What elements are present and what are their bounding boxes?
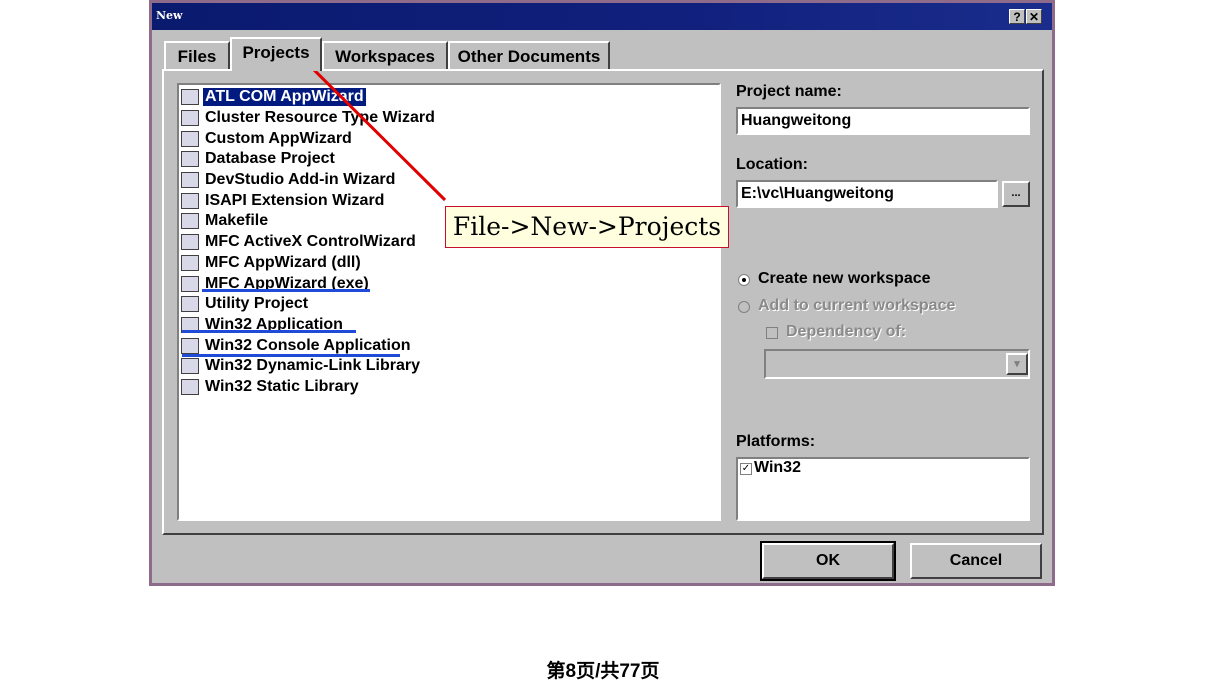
annotation-arrow [290, 46, 447, 202]
page-footer: 第8页/共77页 [546, 661, 660, 682]
tab-projects[interactable]: Projects [230, 37, 322, 71]
annotation-callout: File->New->Projects [445, 206, 729, 248]
